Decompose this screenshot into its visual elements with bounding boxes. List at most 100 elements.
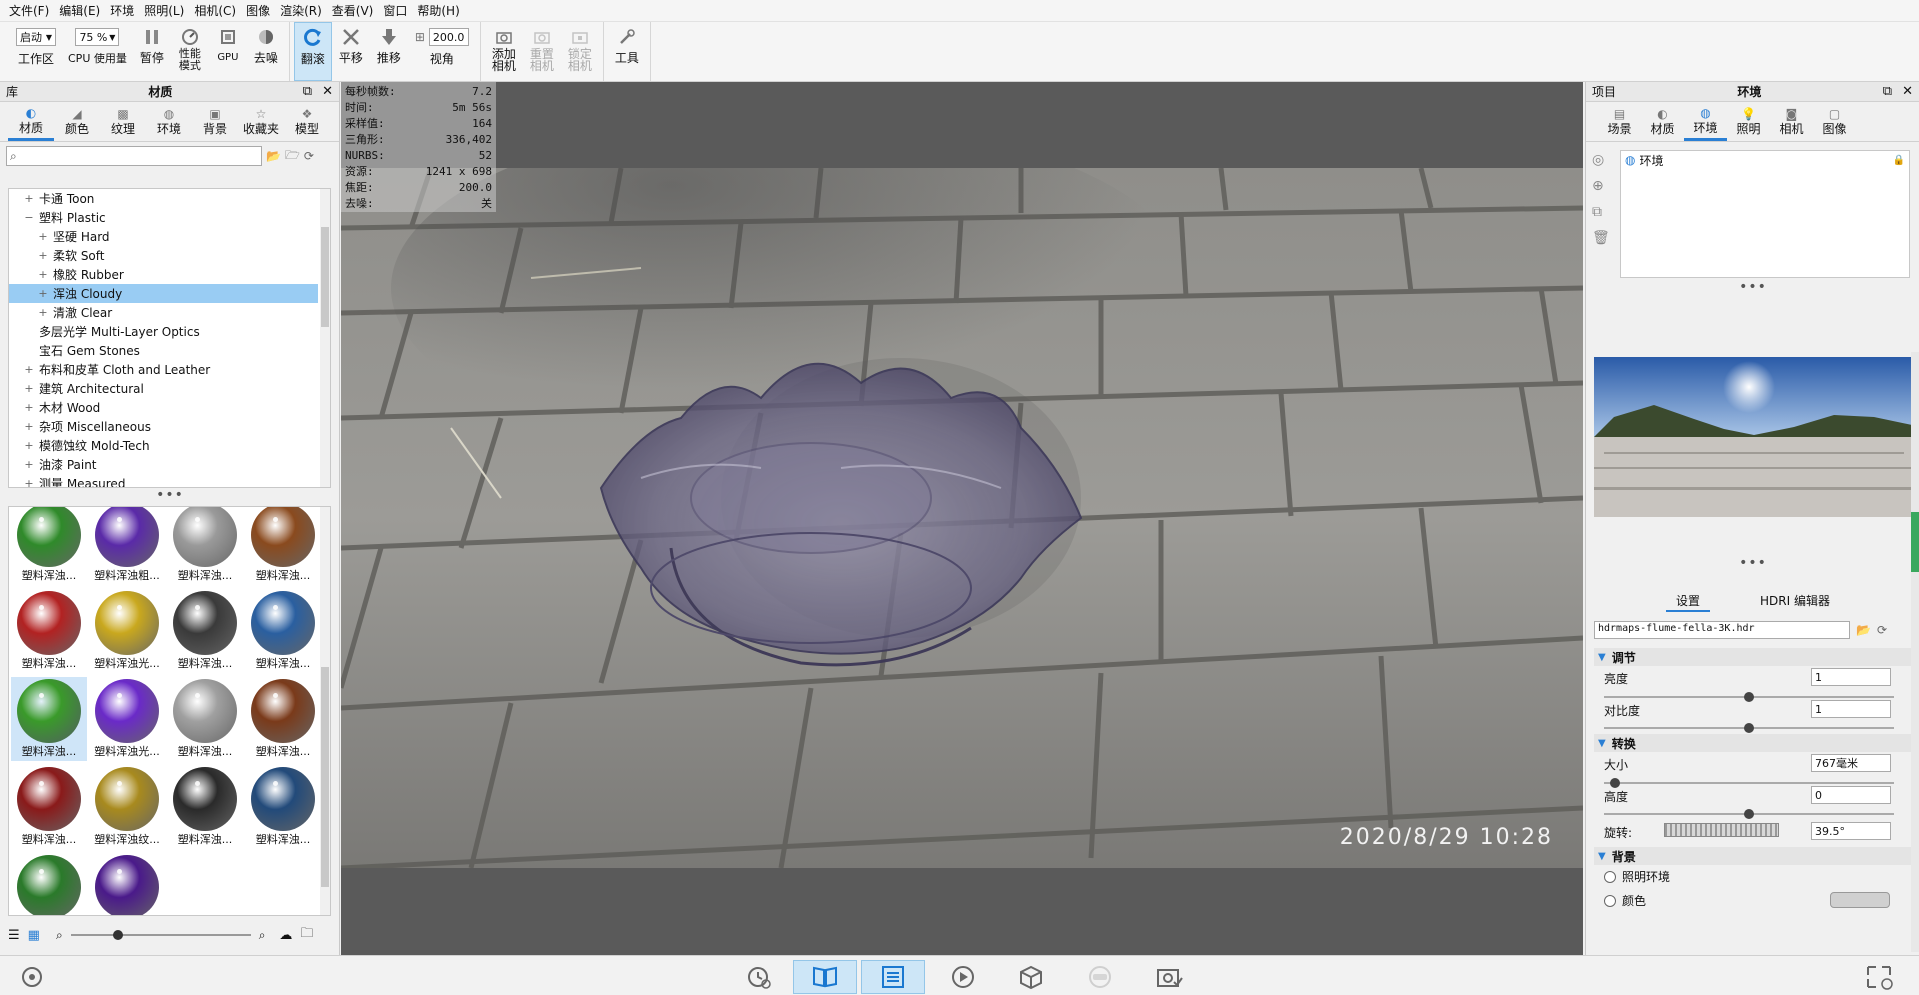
contrast-slider-knob[interactable] [1744, 723, 1754, 733]
tree-row[interactable]: + 布料和皮革 Cloth and Leather [9, 360, 330, 379]
add-camera-button[interactable]: 添加 相机 [485, 22, 523, 81]
material-thumbnail[interactable]: 塑料浑浊光... [89, 589, 165, 673]
render-image[interactable]: 2020/8/29 10:28 [341, 168, 1583, 868]
tree-row[interactable]: 宝石 Gem Stones [9, 341, 330, 360]
tools-button[interactable]: 工具 [608, 22, 646, 81]
height-input[interactable]: 0 [1811, 786, 1891, 804]
lock-camera-button[interactable]: 锁定 相机 [561, 22, 599, 81]
tree-expander-icon[interactable]: + [37, 230, 49, 243]
project-scrollbar[interactable] [1911, 352, 1919, 952]
folder-open-icon[interactable]: 📂 [1856, 623, 1871, 637]
material-thumbnail[interactable]: 塑料浑浊... [245, 765, 321, 849]
region-screenshot-button[interactable] [1855, 960, 1905, 994]
delete-trash-icon[interactable]: 🗑 [1592, 230, 1612, 246]
section-adjust[interactable]: ▼ 调节 [1594, 648, 1912, 666]
height-slider-knob[interactable] [1744, 809, 1754, 819]
tree-row[interactable]: + 清澈 Clear [9, 303, 330, 322]
tree-row[interactable]: + 油漆 Paint [9, 455, 330, 474]
library-tab[interactable]: ❖ 模型 [284, 102, 330, 141]
project-toggle-button[interactable] [861, 960, 925, 994]
library-search-input[interactable]: ⌕ [6, 146, 262, 166]
thumbnails-scrollbar-thumb[interactable] [321, 667, 329, 887]
tree-row[interactable]: + 浑浊 Cloudy [9, 284, 318, 303]
splitter-handle[interactable]: ••• [0, 488, 340, 502]
library-tab[interactable]: ◢ 颜色 [54, 102, 100, 141]
tree-row[interactable]: + 建筑 Architectural [9, 379, 330, 398]
tree-expander-icon[interactable]: + [23, 439, 35, 452]
tumble-button[interactable]: 翻滚 [293, 22, 332, 81]
tree-expander-icon[interactable]: + [37, 287, 49, 300]
bg-color-swatch[interactable] [1830, 892, 1890, 908]
tree-expander-icon[interactable]: + [23, 382, 35, 395]
brightness-slider[interactable] [1604, 692, 1894, 702]
material-thumbnail[interactable]: 塑料浑浊... [245, 677, 321, 761]
splitter-handle-top[interactable]: ••• [1586, 280, 1919, 294]
thumbnail-size-slider-knob[interactable] [112, 930, 123, 940]
thumbnail-size-slider[interactable] [70, 930, 251, 940]
size-slider-knob[interactable] [1610, 778, 1620, 788]
duplicate-environment-icon[interactable]: ◎ [1592, 152, 1612, 168]
cloud-settings-button[interactable] [12, 960, 52, 994]
tree-expander-icon[interactable]: + [37, 268, 49, 281]
performance-mode-button[interactable]: 性能 模式 [171, 22, 209, 81]
tree-expander-icon[interactable]: + [37, 306, 49, 319]
tree-expander-icon[interactable]: + [23, 477, 35, 487]
menu-item[interactable]: 编辑(E) [54, 1, 105, 21]
cpu-usage-select[interactable]: 75 % ▼ [75, 28, 120, 46]
folder-images-icon[interactable]: 🗀 [300, 924, 313, 946]
tree-row[interactable]: − 塑料 Plastic [9, 208, 330, 227]
animation-button[interactable] [931, 960, 995, 994]
copy-environment-icon[interactable]: ⧉ [1592, 204, 1612, 220]
material-thumbnail[interactable]: 塑料浑浊... [11, 677, 87, 761]
tree-expander-icon[interactable]: + [23, 192, 35, 205]
size-slider[interactable] [1604, 778, 1894, 788]
thumbnails-scrollbar[interactable] [320, 507, 330, 915]
float-window-icon[interactable]: ⧉ [1883, 84, 1892, 99]
tree-expander-icon[interactable]: + [23, 458, 35, 471]
menu-item[interactable]: 照明(L) [139, 1, 189, 21]
material-thumbnail[interactable]: 塑料浑浊光... [89, 677, 165, 761]
project-tab[interactable]: 💡 照明 [1727, 102, 1770, 141]
pan-button[interactable]: 平移 [332, 22, 370, 81]
add-environment-icon[interactable]: ⊕ [1592, 178, 1612, 194]
tree-expander-icon[interactable]: + [23, 363, 35, 376]
gpu-button[interactable]: GPU [209, 22, 247, 81]
tree-row[interactable]: + 坚硬 Hard [9, 227, 330, 246]
material-thumbnail[interactable]: 塑料浑浊纹... [89, 853, 165, 915]
folder-open-icon[interactable]: 📂 [266, 149, 281, 163]
import-button[interactable] [727, 960, 791, 994]
pause-button[interactable]: 暂停 [133, 22, 171, 81]
material-thumbnail[interactable]: 塑料浑浊... [167, 677, 243, 761]
bg-lighting-radio[interactable]: 照明环境 [1604, 868, 1670, 885]
material-thumbnail[interactable]: 塑料浑浊... [11, 507, 87, 585]
hdr-file-input[interactable]: hdrmaps-flume-fella-3K.hdr [1594, 621, 1850, 639]
contrast-input[interactable]: 1 [1811, 700, 1891, 718]
material-thumbnail[interactable]: 塑料浑浊... [11, 765, 87, 849]
grid-view-icon[interactable]: ▦ [28, 928, 40, 943]
project-tab[interactable]: ◙ 相机 [1770, 102, 1813, 141]
subtab-settings[interactable]: 设置 [1666, 592, 1711, 612]
tree-row[interactable]: 多层光学 Multi-Layer Optics [9, 322, 330, 341]
tree-row[interactable]: + 测量 Measured [9, 474, 330, 487]
material-thumbnail[interactable]: 塑料浑浊... [167, 765, 243, 849]
cloud-download-icon[interactable]: ☁ [279, 928, 292, 943]
fov-input[interactable]: 200.0 [428, 28, 469, 46]
material-thumbnail[interactable]: 塑料浑浊... [245, 507, 321, 585]
tree-row[interactable]: + 卡通 Toon [9, 189, 330, 208]
tree-scrollbar[interactable] [320, 189, 330, 487]
reset-camera-button[interactable]: 重置 相机 [523, 22, 561, 81]
library-tab[interactable]: ◐ 材质 [8, 102, 54, 141]
tree-expander-icon[interactable]: − [23, 211, 35, 224]
material-thumbnail[interactable]: 塑料浑浊... [245, 589, 321, 673]
project-scrollbar-thumb[interactable] [1911, 512, 1919, 572]
render-viewport[interactable]: 每秒帧数: 7.2 时间: 5m 56s 采样值: 164 三角形: 336,402 NURBS… [341, 82, 1583, 955]
tree-expander-icon[interactable]: + [23, 401, 35, 414]
refresh-icon[interactable]: ⟳ [1877, 623, 1887, 637]
material-thumbnail[interactable]: 塑料浑浊纹... [89, 765, 165, 849]
folder-add-icon[interactable]: 🗁 [285, 146, 300, 167]
project-tab[interactable]: ◐ 材质 [1641, 102, 1684, 141]
subtab-hdri-editor[interactable]: HDRI 编辑器 [1750, 592, 1840, 612]
tree-row[interactable]: + 橡胶 Rubber [9, 265, 330, 284]
rotation-input[interactable]: 39.5° [1811, 822, 1891, 840]
library-tab[interactable]: ◍ 环境 [146, 102, 192, 141]
